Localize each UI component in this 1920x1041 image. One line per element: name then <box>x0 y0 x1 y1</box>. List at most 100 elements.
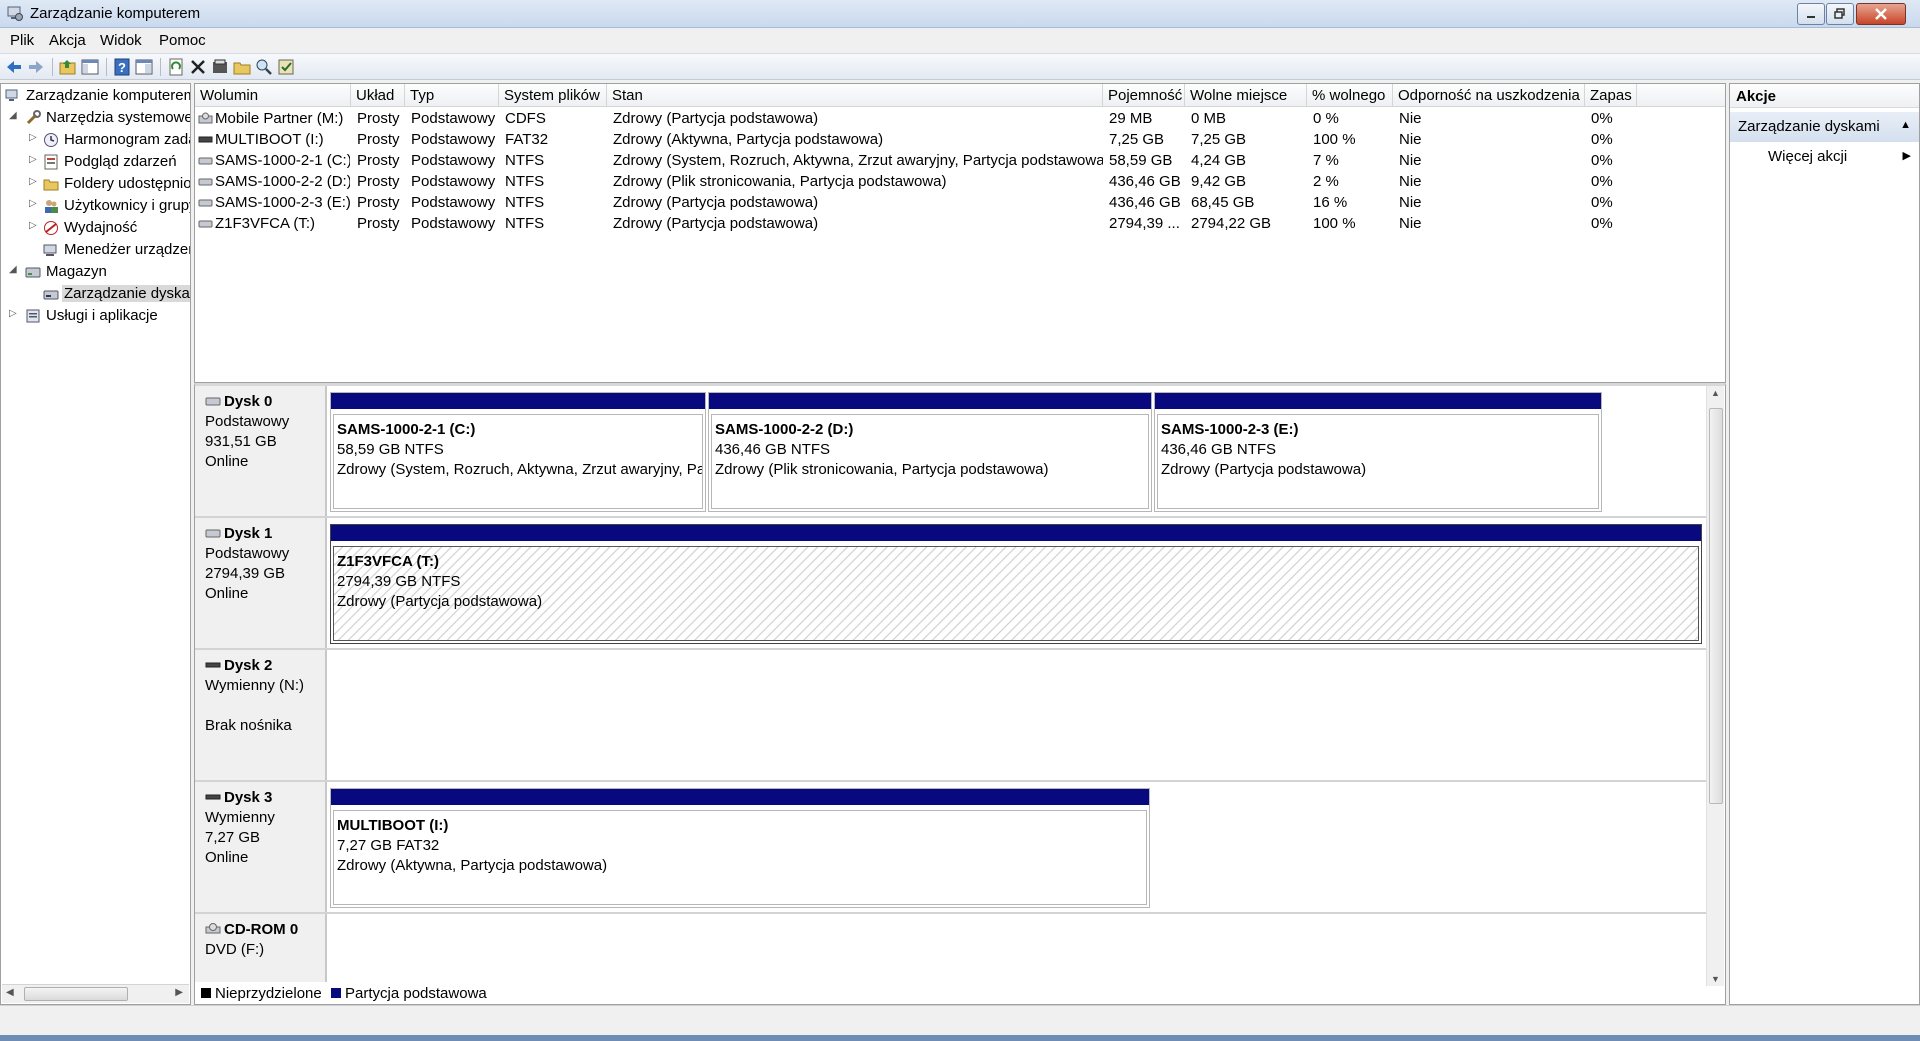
restore-icon <box>1834 8 1845 19</box>
expand-icon[interactable]: ▷ <box>29 198 39 209</box>
more-actions-label: Więcej akcji <box>1768 148 1848 165</box>
scroll-right-icon[interactable]: ▶ <box>175 987 183 998</box>
disk-name: Dysk 2 <box>224 657 273 674</box>
partition-bar <box>331 789 1149 805</box>
help-icon[interactable]: ? <box>112 57 132 77</box>
forward-arrow-icon[interactable] <box>26 57 46 77</box>
close-button[interactable] <box>1856 3 1906 25</box>
expand-icon[interactable]: ▷ <box>29 220 39 231</box>
partition-t[interactable]: Z1F3VFCA (T:) 2794,39 GB NTFS Zdrowy (Pa… <box>330 524 1702 644</box>
disk-status: Online <box>205 585 249 602</box>
actions-section-disk-management[interactable]: Zarządzanie dyskami ▲ <box>1730 112 1919 142</box>
disk-map-vertical-scrollbar[interactable]: ▲ ▼ <box>1706 386 1724 986</box>
column-header[interactable]: System plików <box>499 84 607 107</box>
table-row[interactable]: Z1F3VFCA (T:) Prosty Podstawowy NTFS Zdr… <box>195 214 1725 235</box>
table-row[interactable]: Mobile Partner (M:) Prosty Podstawowy CD… <box>195 109 1725 130</box>
properties-icon[interactable] <box>210 57 230 77</box>
tree-horizontal-scrollbar[interactable]: ◀ ▶ <box>2 984 189 1003</box>
more-actions-link[interactable]: Więcej akcji ▶ <box>1730 142 1919 170</box>
fault-tolerance-cell: Nie <box>1399 194 1422 211</box>
tree-label: Użytkownicy i grupy lokalne <box>64 197 190 214</box>
partition-size: 2794,39 GB NTFS <box>337 573 461 590</box>
tools-icon <box>26 110 41 125</box>
layout-cell: Prosty <box>357 215 400 232</box>
disk-info[interactable]: Dysk 1 Podstawowy 2794,39 GB Online <box>195 518 327 648</box>
actions-header: Akcje <box>1730 84 1919 108</box>
menu-pomoc[interactable]: Pomoc <box>159 32 206 49</box>
restore-button[interactable] <box>1826 3 1854 25</box>
column-header[interactable]: Wolumin <box>195 84 351 107</box>
table-row[interactable]: SAMS-1000-2-3 (E:) Prosty Podstawowy NTF… <box>195 193 1725 214</box>
layout-cell: Prosty <box>357 110 400 127</box>
disk-type: Podstawowy <box>205 545 290 562</box>
partition-state: Zdrowy (System, Rozruch, Aktywna, Zrzut … <box>337 461 702 478</box>
column-header[interactable]: Wolne miejsce <box>1185 84 1307 107</box>
scroll-left-icon[interactable]: ◀ <box>6 987 14 998</box>
menu-widok[interactable]: Widok <box>100 32 142 49</box>
device-manager-icon <box>43 244 57 256</box>
overhead-cell: 0% <box>1591 215 1613 232</box>
column-header[interactable]: Pojemność <box>1103 84 1185 107</box>
scroll-thumb[interactable] <box>24 987 128 1001</box>
scroll-thumb[interactable] <box>1709 408 1723 804</box>
table-row[interactable]: SAMS-1000-2-1 (C:) Prosty Podstawowy NTF… <box>195 151 1725 172</box>
partition-d[interactable]: SAMS-1000-2-2 (D:) 436,46 GB NTFS Zdrowy… <box>708 392 1152 512</box>
settings-icon[interactable] <box>276 57 296 77</box>
free-space-cell: 0 MB <box>1191 110 1227 127</box>
partition-i[interactable]: MULTIBOOT (I:) 7,27 GB FAT32 Zdrowy (Akt… <box>330 788 1150 908</box>
expand-icon[interactable]: ▷ <box>29 154 39 165</box>
collapse-arrow-icon[interactable]: ▲ <box>1900 119 1911 131</box>
refresh-icon[interactable] <box>166 57 186 77</box>
collapse-icon[interactable]: ◢ <box>9 110 19 121</box>
volume-cell: MULTIBOOT (I:) <box>198 131 350 148</box>
disk-info[interactable]: CD-ROM 0 DVD (F:) <box>195 914 327 986</box>
volume-cell: SAMS-1000-2-2 (D:) <box>198 173 350 190</box>
disk-info[interactable]: Dysk 3 Wymienny 7,27 GB Online <box>195 782 327 912</box>
partition-bar <box>1155 393 1601 409</box>
volume-cell: Z1F3VFCA (T:) <box>198 215 350 232</box>
delete-icon[interactable] <box>188 57 208 77</box>
partition-size: 58,59 GB NTFS <box>337 441 444 458</box>
disk-info[interactable]: Dysk 2 Wymienny (N:) Brak nośnika <box>195 650 327 780</box>
open-icon[interactable] <box>232 57 252 77</box>
column-header[interactable]: Układ <box>351 84 405 107</box>
back-arrow-icon[interactable] <box>4 57 24 77</box>
disk-info[interactable]: Dysk 0 Podstawowy 931,51 GB Online <box>195 386 327 516</box>
type-cell: Podstawowy <box>411 173 496 190</box>
computer-icon <box>5 89 18 101</box>
expand-icon[interactable]: ▷ <box>29 176 39 187</box>
show-hide-tree-icon[interactable] <box>80 57 100 77</box>
overhead-cell: 0% <box>1591 194 1613 211</box>
fault-tolerance-cell: Nie <box>1399 110 1422 127</box>
collapse-icon[interactable]: ◢ <box>9 264 19 275</box>
column-header[interactable]: % wolnego <box>1307 84 1393 107</box>
free-space-cell: 2794,22 GB <box>1191 215 1272 232</box>
percent-free-cell: 100 % <box>1313 131 1356 148</box>
partition-name: Z1F3VFCA (T:) <box>337 553 439 570</box>
partition-e[interactable]: SAMS-1000-2-3 (E:) 436,46 GB NTFS Zdrowy… <box>1154 392 1602 512</box>
column-header[interactable]: Stan <box>607 84 1103 107</box>
disk-type: Podstawowy <box>205 413 290 430</box>
partition-bar <box>331 393 705 409</box>
table-row[interactable]: MULTIBOOT (I:) Prosty Podstawowy FAT32 Z… <box>195 130 1725 151</box>
scroll-up-icon[interactable]: ▲ <box>1711 388 1720 398</box>
expand-icon[interactable]: ▷ <box>9 308 19 319</box>
table-row[interactable]: SAMS-1000-2-2 (D:) Prosty Podstawowy NTF… <box>195 172 1725 193</box>
legend-primary: Partycja podstawowa <box>331 985 487 1002</box>
minimize-button[interactable] <box>1797 3 1825 25</box>
panel-icon[interactable] <box>134 57 154 77</box>
tree-label: Narzędzia systemowe <box>46 109 191 126</box>
up-folder-icon[interactable] <box>58 57 78 77</box>
expand-icon[interactable]: ▷ <box>29 132 39 143</box>
column-header[interactable]: Odporność na uszkodzenia <box>1393 84 1585 107</box>
partition-c[interactable]: SAMS-1000-2-1 (C:) 58,59 GB NTFS Zdrowy … <box>330 392 706 512</box>
search-icon[interactable] <box>254 57 274 77</box>
column-header[interactable]: Typ <box>405 84 499 107</box>
tree-root-label: Zarządzanie komputerem (lokalne) <box>26 87 191 104</box>
scroll-down-icon[interactable]: ▼ <box>1711 974 1720 984</box>
menu-akcja[interactable]: Akcja <box>49 32 86 49</box>
column-header[interactable]: Zapas <box>1585 84 1637 107</box>
filesystem-cell: NTFS <box>505 194 545 211</box>
disk-status: Brak nośnika <box>205 717 292 734</box>
menu-plik[interactable]: Plik <box>10 32 34 49</box>
